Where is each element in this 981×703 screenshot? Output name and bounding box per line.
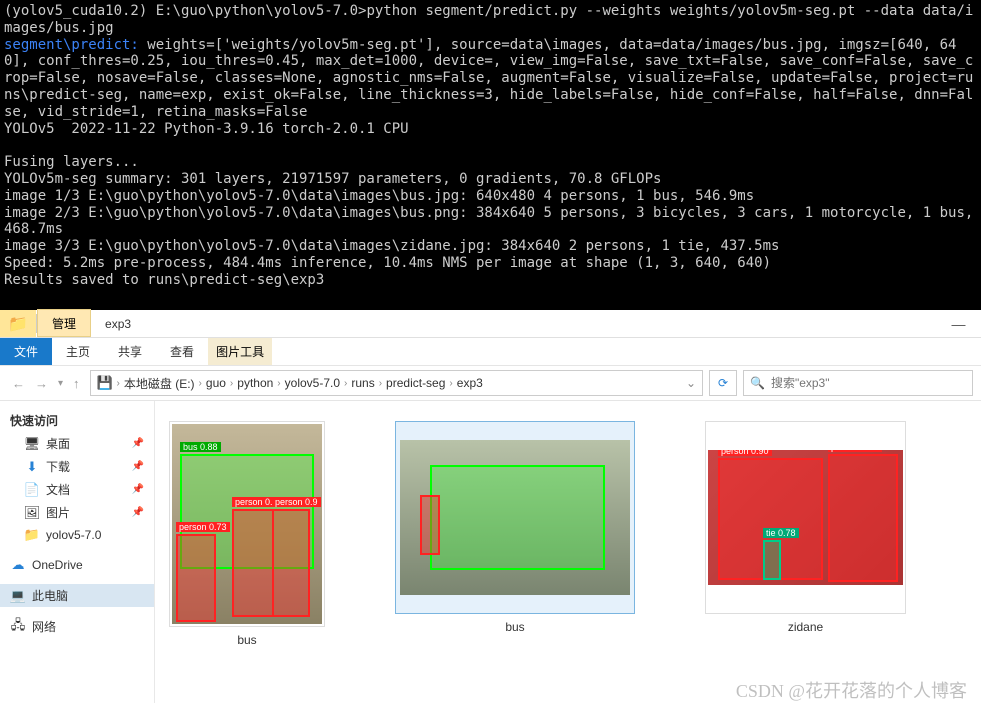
onedrive-icon: ☁ <box>10 557 26 573</box>
yolov5-version: YOLOv5 2022-11-22 Python-3.9.16 torch-2.… <box>4 121 409 137</box>
crumb-exp3[interactable]: exp3 <box>457 376 483 390</box>
crumb-runs[interactable]: runs› <box>351 376 382 390</box>
sidebar-item-yolov5[interactable]: 📁yolov5-7.0 <box>0 524 154 546</box>
titlebar: 📁 管理 exp3 — <box>0 310 981 338</box>
back-button[interactable]: ← <box>12 376 25 391</box>
quick-access-header[interactable]: 快速访问 <box>0 409 154 432</box>
image-2-result: image 2/3 E:\guo\python\yolov5-7.0\data\… <box>4 205 981 238</box>
up-button[interactable]: ↑ <box>73 376 80 391</box>
network-icon: 🖧 <box>10 619 26 635</box>
file-view[interactable]: bus 0.88 person 0.92 person 0.9 person 0… <box>155 401 981 703</box>
file-label: zidane <box>788 620 823 634</box>
crumb-python[interactable]: python› <box>237 376 280 390</box>
file-label: bus <box>505 620 524 634</box>
sidebar-item-desktop[interactable]: 🖥桌面📌 <box>0 432 154 455</box>
crumb-guo[interactable]: guo› <box>206 376 233 390</box>
sidebar-item-thispc[interactable]: 💻此电脑 <box>0 584 154 607</box>
breadcrumb-dropdown-icon[interactable]: ⌄ <box>686 376 696 390</box>
window-title: exp3 <box>91 310 145 337</box>
sidebar-item-documents[interactable]: 📄文档📌 <box>0 478 154 501</box>
image-3-result: image 3/3 E:\guo\python\yolov5-7.0\data\… <box>4 238 779 254</box>
file-explorer: 📁 管理 exp3 — 文件 主页 共享 查看 图片工具 ← → ▾ ↑ 💾 ›… <box>0 310 981 703</box>
refresh-button[interactable]: ⟳ <box>709 370 737 396</box>
search-input[interactable] <box>771 376 966 390</box>
folder-icon: 📁 <box>24 527 40 543</box>
pc-icon: 💻 <box>10 588 26 604</box>
image-1-result: image 1/3 E:\guo\python\yolov5-7.0\data\… <box>4 188 754 204</box>
results-saved: Results saved to runs\predict-seg\exp3 <box>4 272 324 288</box>
sidebar-item-downloads[interactable]: ⬇下载📌 <box>0 455 154 478</box>
sidebar-item-pictures[interactable]: 🖼图片📌 <box>0 501 154 524</box>
fusing-layers: Fusing layers... <box>4 154 139 170</box>
manage-tab[interactable]: 管理 <box>37 309 91 337</box>
speed-summary: Speed: 5.2ms pre-process, 484.4ms infere… <box>4 255 771 271</box>
folder-icon[interactable]: 📁 <box>0 310 36 337</box>
crumb-drive[interactable]: 本地磁盘 (E:)› <box>124 375 202 392</box>
tab-file[interactable]: 文件 <box>0 338 52 365</box>
document-icon: 📄 <box>24 482 40 498</box>
prompt: (yolov5_cuda10.2) E:\guo\python\yolov5-7… <box>4 3 973 36</box>
recent-button[interactable]: ▾ <box>58 378 63 389</box>
segment-predict-label: segment\predict: <box>4 37 139 53</box>
drive-icon: 💾 <box>97 375 113 391</box>
tab-home[interactable]: 主页 <box>52 338 104 365</box>
pin-icon: 📌 <box>132 461 144 472</box>
forward-button[interactable]: → <box>35 376 48 391</box>
file-zidane[interactable]: person 0.90 person 0.89 tie 0.78 zidane <box>705 421 906 634</box>
picture-icon: 🖼 <box>24 505 40 521</box>
desktop-icon: 🖥 <box>24 436 40 452</box>
terminal[interactable]: (yolov5_cuda10.2) E:\guo\python\yolov5-7… <box>0 0 981 310</box>
sidebar-item-network[interactable]: 🖧网络 <box>0 615 154 638</box>
crumb-yolov5[interactable]: yolov5-7.0› <box>285 376 348 390</box>
watermark: CSDN @花开花落的个人博客 <box>736 677 967 703</box>
ribbon-tabs: 文件 主页 共享 查看 图片工具 <box>0 338 981 366</box>
segment-args: weights=['weights/yolov5m-seg.pt'], sour… <box>4 37 973 120</box>
sidebar: 快速访问 🖥桌面📌 ⬇下载📌 📄文档📌 🖼图片📌 📁yolov5-7.0 ☁On… <box>0 401 155 703</box>
tab-view[interactable]: 查看 <box>156 338 208 365</box>
sidebar-item-onedrive[interactable]: ☁OneDrive <box>0 554 154 576</box>
pin-icon: 📌 <box>132 484 144 495</box>
file-bus-png[interactable]: bus <box>395 421 635 634</box>
file-bus-jpg[interactable]: bus 0.88 person 0.92 person 0.9 person 0… <box>169 421 325 647</box>
pin-icon: 📌 <box>132 438 144 449</box>
breadcrumb[interactable]: 💾 › 本地磁盘 (E:)› guo› python› yolov5-7.0› … <box>90 370 703 396</box>
model-summary: YOLOv5m-seg summary: 301 layers, 2197159… <box>4 171 661 187</box>
pin-icon: 📌 <box>132 507 144 518</box>
search-box[interactable]: 🔍 <box>743 370 973 396</box>
crumb-predict-seg[interactable]: predict-seg› <box>386 376 453 390</box>
tab-share[interactable]: 共享 <box>104 338 156 365</box>
file-label: bus <box>237 633 256 647</box>
minimize-button[interactable]: — <box>936 310 981 337</box>
tab-picture-tools[interactable]: 图片工具 <box>208 338 272 365</box>
nav-bar: ← → ▾ ↑ 💾 › 本地磁盘 (E:)› guo› python› yolo… <box>0 366 981 401</box>
search-icon: 🔍 <box>750 376 765 390</box>
download-icon: ⬇ <box>24 459 40 475</box>
